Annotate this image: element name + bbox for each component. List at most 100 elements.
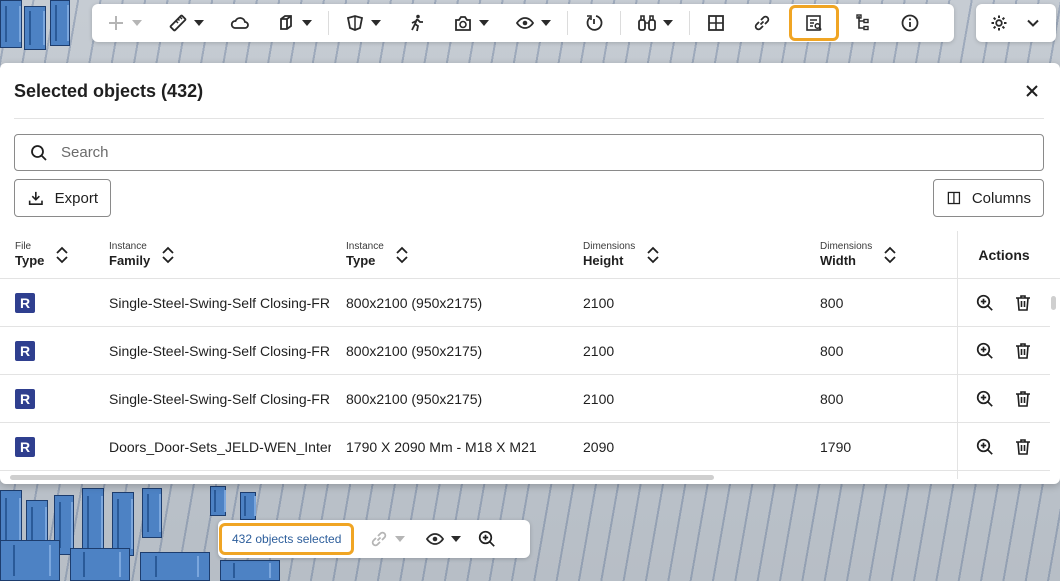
- door-object[interactable]: [240, 492, 257, 520]
- door-object[interactable]: [112, 492, 134, 556]
- info-icon: [901, 14, 919, 32]
- walk-mode-button[interactable]: [401, 8, 433, 38]
- trash-icon[interactable]: [1013, 341, 1033, 361]
- search-field[interactable]: [14, 134, 1044, 171]
- link-icon: [372, 531, 387, 547]
- header-dimensions-width[interactable]: Dimensions Width: [820, 241, 898, 269]
- revit-file-icon: R: [15, 293, 35, 313]
- scroll-thumb[interactable]: [10, 475, 714, 480]
- expand-button[interactable]: [1017, 8, 1049, 38]
- compare-button[interactable]: [631, 8, 679, 38]
- reset-view-button[interactable]: [578, 8, 610, 38]
- header-dimensions-height[interactable]: Dimensions Height: [583, 241, 661, 269]
- chevron-down-icon: [194, 20, 204, 26]
- door-object[interactable]: [220, 560, 280, 581]
- cell-type: 800x2100 (950x2175): [346, 295, 483, 311]
- door-object[interactable]: [142, 488, 162, 538]
- toolbar-divider: [620, 11, 621, 35]
- table-row[interactable]: R Single-Steel-Swing-Self Closing-FR 800…: [0, 375, 1050, 423]
- cell-family: Doors_Door-Sets_JELD-WEN_Interi: [109, 439, 331, 455]
- sort-icon: [647, 246, 659, 264]
- export-button[interactable]: Export: [14, 179, 111, 217]
- door-object[interactable]: [0, 0, 22, 48]
- selected-objects-panel: Selected objects (432) Export Columns Fi…: [0, 63, 1060, 484]
- tree-view-button[interactable]: [848, 8, 880, 38]
- columns-label: Columns: [971, 189, 1031, 207]
- vertical-scrollbar[interactable]: [1051, 288, 1057, 468]
- close-icon[interactable]: [1022, 81, 1042, 101]
- header-instance-family[interactable]: Instance Family: [109, 241, 176, 269]
- chevron-down-icon: [395, 536, 406, 542]
- cell-width: 1790: [820, 439, 852, 455]
- plus-icon: [109, 16, 123, 30]
- chevron-down-icon: [371, 20, 381, 26]
- door-object[interactable]: [50, 0, 70, 46]
- door-object[interactable]: [24, 6, 46, 50]
- link-icon: [754, 15, 770, 31]
- info-button[interactable]: [894, 8, 926, 38]
- table-row[interactable]: R Doors_Door-Sets_JELD-WEN_Interi 1790 X…: [0, 423, 1050, 471]
- chevron-down-icon: [479, 20, 489, 26]
- walk-icon: [411, 14, 423, 32]
- visibility-button[interactable]: [509, 8, 557, 38]
- door-object[interactable]: [210, 486, 227, 516]
- cell-width: 800: [820, 295, 844, 311]
- cell-type: 800x2100 (950x2175): [346, 343, 483, 359]
- settings-button[interactable]: [983, 8, 1015, 38]
- chevron-down-icon: [451, 536, 462, 542]
- measure-button[interactable]: [162, 8, 210, 38]
- grid-icon: [708, 15, 724, 31]
- toolbar-divider: [567, 11, 568, 35]
- search-input[interactable]: [61, 144, 961, 161]
- cloud-icon: [230, 17, 249, 29]
- add-button[interactable]: [100, 8, 148, 38]
- search-icon: [31, 144, 47, 161]
- cell-width: 800: [820, 391, 844, 407]
- scroll-thumb[interactable]: [1051, 296, 1056, 310]
- box-view-button[interactable]: [270, 8, 318, 38]
- section-box-button[interactable]: [339, 8, 387, 38]
- selection-count[interactable]: 432 objects selected: [218, 523, 355, 555]
- cell-height: 2100: [583, 391, 615, 407]
- reset-icon: [586, 15, 603, 31]
- viewpoint-button[interactable]: [447, 8, 495, 38]
- selection-link-button[interactable]: [363, 524, 411, 554]
- grid-button[interactable]: [700, 8, 732, 38]
- columns-button[interactable]: Columns: [933, 179, 1044, 217]
- cell-width: 800: [820, 343, 844, 359]
- selection-bar: 432 objects selected: [218, 520, 530, 558]
- door-object[interactable]: [140, 552, 210, 581]
- trash-icon[interactable]: [1013, 437, 1033, 457]
- cell-height: 2100: [583, 295, 615, 311]
- cell-type: 1790 X 2090 Mm - M18 X M21: [346, 439, 537, 455]
- cell-family: Single-Steel-Swing-Self Closing-FR: [109, 391, 330, 407]
- header-file-type[interactable]: File Type: [15, 241, 70, 269]
- table-row[interactable]: R Single-Steel-Swing-Self Closing-FR 800…: [0, 327, 1050, 375]
- chevron-down-icon: [663, 20, 673, 26]
- zoom-to-icon[interactable]: [975, 389, 995, 409]
- zoom-to-icon[interactable]: [975, 341, 995, 361]
- trash-icon[interactable]: [1013, 293, 1033, 313]
- door-object[interactable]: [70, 548, 130, 581]
- link-button[interactable]: [746, 8, 778, 38]
- selection-zoom-button[interactable]: [471, 524, 503, 554]
- tree-icon: [856, 14, 869, 31]
- trash-icon[interactable]: [1013, 389, 1033, 409]
- table-row[interactable]: R Single-Steel-Swing-Self Closing-FR 800…: [0, 279, 1050, 327]
- zoom-in-icon: [479, 530, 496, 547]
- header-actions: Actions: [957, 231, 1050, 279]
- selection-visibility-button[interactable]: [419, 524, 467, 554]
- cell-height: 2090: [583, 439, 615, 455]
- zoom-to-icon[interactable]: [975, 293, 995, 313]
- door-object[interactable]: [0, 540, 60, 581]
- camera-icon: [455, 16, 471, 31]
- zoom-to-icon[interactable]: [975, 437, 995, 457]
- header-instance-type[interactable]: Instance Type: [346, 241, 410, 269]
- binoculars-icon: [638, 15, 656, 31]
- revit-file-icon: R: [15, 389, 35, 409]
- selected-objects-button[interactable]: [789, 5, 839, 41]
- chevron-down-icon: [132, 20, 142, 26]
- horizontal-scrollbar[interactable]: [4, 475, 1044, 481]
- cloud-button[interactable]: [224, 8, 256, 38]
- gear-icon: [991, 15, 1007, 31]
